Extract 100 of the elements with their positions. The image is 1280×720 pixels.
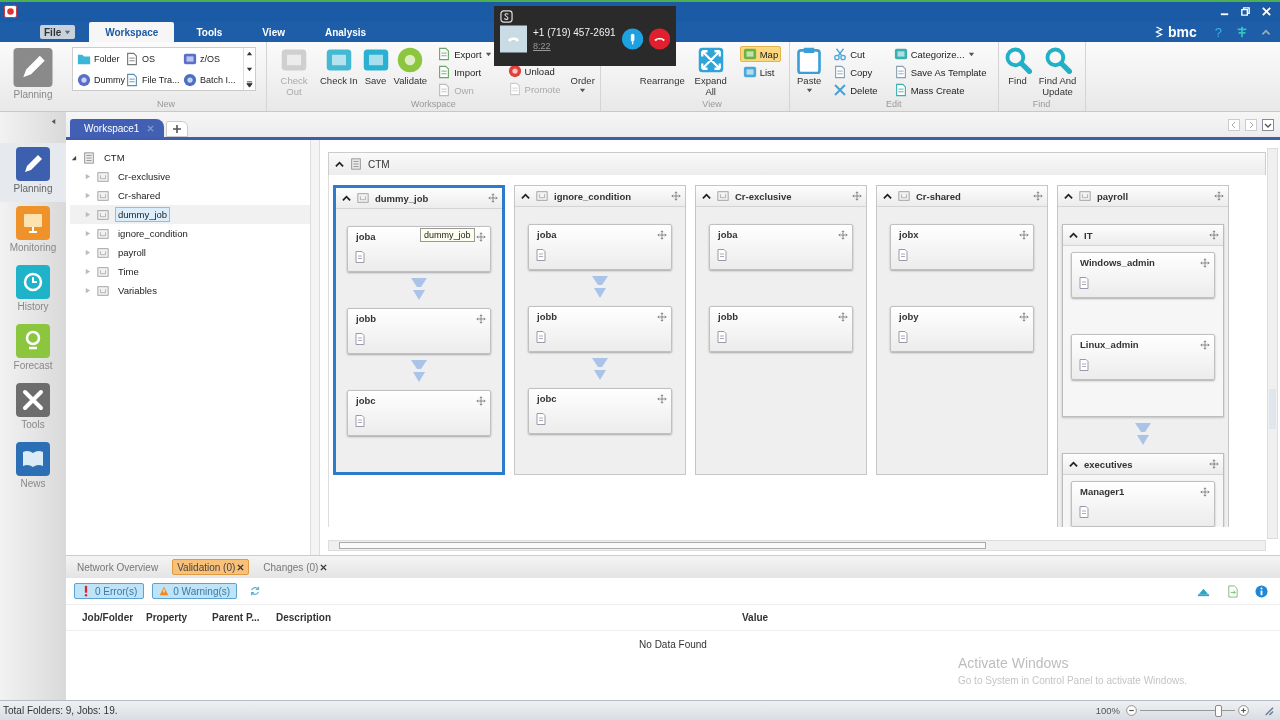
ribbon-button[interactable]: Validate [392,46,429,86]
ribbon-button[interactable]: Save As Template [890,64,990,80]
job-name: Linux_admin [1080,339,1139,350]
ribbon-button[interactable]: Check In [319,46,359,86]
filter-button[interactable]: 0 Error(s) [74,583,145,599]
file-menu-button[interactable]: File [40,25,76,39]
job-name: joba [537,229,557,240]
ribbon-button[interactable]: Cut [830,46,881,62]
ribbon-button[interactable]: Copy [830,64,881,80]
gallery-item[interactable]: Batch I... [183,69,239,90]
folder-name: Cr-shared [916,190,961,202]
job-name: jobx [899,229,919,240]
panel-tab[interactable]: Network Overview [72,559,164,575]
gallery-item[interactable]: OS [125,48,183,69]
tree-item[interactable]: payroll [115,245,149,260]
job-card[interactable]: jobx [890,224,1034,270]
folder-card[interactable]: Cr-exclusive joba jobb [695,185,867,475]
ribbon-button[interactable]: Rearrange [638,75,686,86]
tree-item[interactable]: Cr-exclusive [115,169,174,184]
gallery-item[interactable]: z/OS [183,48,239,69]
group-label: New [156,99,176,111]
brand-logo: bmc [1167,24,1197,40]
job-card[interactable]: jobc [528,388,672,434]
gallery-item[interactable]: File Tra... [125,69,183,90]
ribbon-button[interactable]: Delete [830,82,881,98]
tree-item[interactable]: CTM [101,150,128,165]
ribbon-button[interactable]: List [739,64,782,80]
job-name: joba [718,229,738,240]
tree-item[interactable]: Time [115,264,142,279]
job-name: joby [899,311,919,322]
ribbon-button[interactable]: Find [1002,46,1033,86]
call-duration: 8:22 [533,41,552,51]
ribbon-button[interactable]: Order [569,75,596,94]
ribbon-button[interactable]: Map [739,46,782,62]
status-text: Total Folders: 9, Jobs: 19. [3,705,118,716]
job-card[interactable]: Manager1 [1071,481,1215,527]
ribbon-button[interactable]: Export [434,46,495,62]
job-card[interactable]: joba [709,224,853,270]
workspace-tab[interactable]: Workspace1 [70,119,165,137]
navigation-button[interactable]: Planning [0,143,66,202]
filter-button[interactable]: 0 Warning(s) [152,583,238,599]
job-card[interactable]: Windows_admin [1071,252,1215,298]
tree-item[interactable]: dummy_job [115,207,171,222]
tree-item[interactable]: Cr-shared [115,188,164,203]
folder-name: IT [1084,229,1093,241]
job-card[interactable]: Linux_admin [1071,334,1215,380]
ribbon-button[interactable]: Paste [794,46,825,94]
column-header[interactable]: Value [742,612,769,623]
job-name: Manager1 [1080,486,1125,497]
job-name: jobb [718,311,739,322]
ribbon-button[interactable]: Mass Create [890,82,990,98]
ribbon-button[interactable]: Import [434,64,495,80]
job-name: Windows_admin [1080,257,1155,268]
job-name: jobb [356,313,377,324]
zoom-value: 100% [1095,705,1120,716]
job-card[interactable]: jobb [528,306,672,352]
column-header[interactable]: Parent P... [212,612,276,623]
ribbon-button[interactable]: Categorize... [890,46,990,62]
ribbon-button[interactable]: Expand All [687,46,734,97]
panel-tab[interactable]: Changes (0) [258,559,333,575]
job-name: jobc [356,395,376,406]
gallery-item[interactable]: Folder [77,48,125,69]
group-label: View [701,99,723,111]
job-card[interactable]: jobb [347,308,491,354]
folder-card[interactable]: payroll IT Windows_admin Linux_admin executives Manager1 [1057,185,1229,527]
tree-item[interactable]: ignore_condition [115,226,191,241]
job-card[interactable]: jobb [709,306,853,352]
folder-name: dummy_job [375,192,429,204]
folder-card[interactable]: ignore_condition joba jobb jobc [514,185,686,475]
folder-card[interactable]: dummy_job joba dummy_job jobb jobc [333,185,505,475]
panel-tab[interactable]: Validation (0) [172,559,250,575]
column-header[interactable]: Description [276,612,446,623]
folder-name: payroll [1097,190,1129,202]
folder-name: ignore_condition [554,190,632,202]
job-card[interactable]: joba [528,224,672,270]
job-name: jobb [537,311,558,322]
gallery-item[interactable]: Dummy [77,69,125,90]
job-card[interactable]: joby [890,306,1034,352]
tooltip: dummy_job [420,228,475,242]
tree-item[interactable]: Variables [115,283,160,298]
empty-message: No Data Found [639,639,707,652]
menu-tab[interactable]: Tools [178,22,241,42]
job-card[interactable]: joba dummy_job [347,226,491,272]
ribbon-button[interactable]: Find And Update [1034,46,1081,97]
column-header[interactable]: Job/Folder [82,612,146,623]
subfolder-card[interactable]: IT Windows_admin Linux_admin [1062,224,1224,417]
group-label: Workspace [409,99,457,111]
job-card[interactable]: jobc [347,390,491,436]
phone-number: +1 (719) 457-2691 [533,27,616,38]
group-label: Find [1031,99,1052,111]
ribbon-button[interactable]: Unload [504,63,564,79]
menu-tab[interactable]: View [244,22,303,42]
subfolder-card[interactable]: executives Manager1 [1062,453,1224,527]
map-title: CTM [368,158,390,170]
column-header[interactable]: Property [146,612,212,623]
folder-card[interactable]: Cr-shared jobx joby [876,185,1048,475]
menu-tab[interactable]: Analysis [306,22,385,42]
menu-tab[interactable]: Workspace [89,22,175,42]
ribbon-button[interactable]: Save [360,46,391,86]
group-label: Edit [885,99,903,111]
